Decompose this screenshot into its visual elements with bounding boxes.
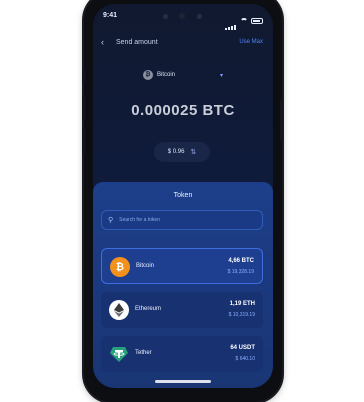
token-name: Bitcoin: [136, 263, 155, 269]
token-balance: 64 USDT: [230, 345, 255, 351]
use-max-button[interactable]: Use Max: [239, 39, 263, 45]
sheet-title: Token: [173, 192, 193, 199]
status-time: 9:41: [103, 12, 118, 19]
fiat-toggle[interactable]: $ 0.96 ⇅: [154, 142, 210, 162]
home-indicator[interactable]: [155, 380, 211, 383]
camera-dot: [179, 13, 185, 19]
status-bar: 9:41: [93, 4, 273, 30]
search-icon: ⚲: [108, 217, 114, 224]
token-row-bitcoin[interactable]: ₿ Bitcoin 4,66 BTC $ 19,328.19: [101, 248, 263, 284]
sensor-dot: [163, 14, 168, 19]
bitcoin-icon: ₿: [143, 70, 153, 80]
swap-icon: ⇅: [190, 149, 197, 156]
volume-up-button: [82, 95, 85, 121]
token-usd-value: $ 640.10: [235, 356, 255, 362]
token-balance: 4,66 BTC: [228, 258, 254, 264]
page-title: Send amount: [116, 39, 158, 46]
mute-switch: [82, 70, 85, 84]
token-name: Tether: [135, 350, 152, 356]
search-input[interactable]: [117, 216, 252, 224]
sensor-dot: [197, 14, 202, 19]
signal-icon: [225, 12, 237, 30]
token-usd-value: $ 10,319.19: [228, 312, 255, 318]
header: ‹ Send amount Use Max: [93, 32, 273, 52]
bitcoin-icon: ₿: [110, 257, 130, 277]
amount-display[interactable]: 0.000025 BTC: [93, 102, 273, 119]
token-sheet: Token ⚲ ₿ Bitcoin 4,66 BTC $ 19,328.19 E…: [93, 182, 273, 388]
token-row-tether[interactable]: Tether 64 USDT $ 640.10: [101, 336, 263, 372]
token-name: Ethereum: [135, 306, 162, 312]
chevron-down-icon: ▾: [219, 72, 223, 79]
fiat-value: $ 0.96: [167, 149, 185, 155]
selected-token-label: Bitcoin: [157, 72, 176, 78]
token-usd-value: $ 19,328.19: [227, 269, 254, 275]
status-icons: [225, 12, 263, 30]
back-icon[interactable]: ‹: [101, 37, 104, 47]
tether-icon: [109, 344, 129, 364]
wifi-icon: [240, 18, 248, 24]
ethereum-icon: [109, 300, 129, 320]
token-row-ethereum[interactable]: Ethereum 1,19 ETH $ 10,319.19: [101, 292, 263, 328]
token-selector[interactable]: ₿ Bitcoin ▾: [143, 66, 223, 84]
app-screen: 9:41 ‹ Send amount Use Max ₿ Bitcoin ▾ 0…: [93, 4, 273, 388]
token-balance: 1,19 ETH: [229, 301, 255, 307]
battery-icon: [251, 18, 263, 24]
volume-down-button: [82, 128, 85, 154]
power-button: [280, 100, 283, 140]
token-search[interactable]: ⚲: [101, 210, 263, 230]
